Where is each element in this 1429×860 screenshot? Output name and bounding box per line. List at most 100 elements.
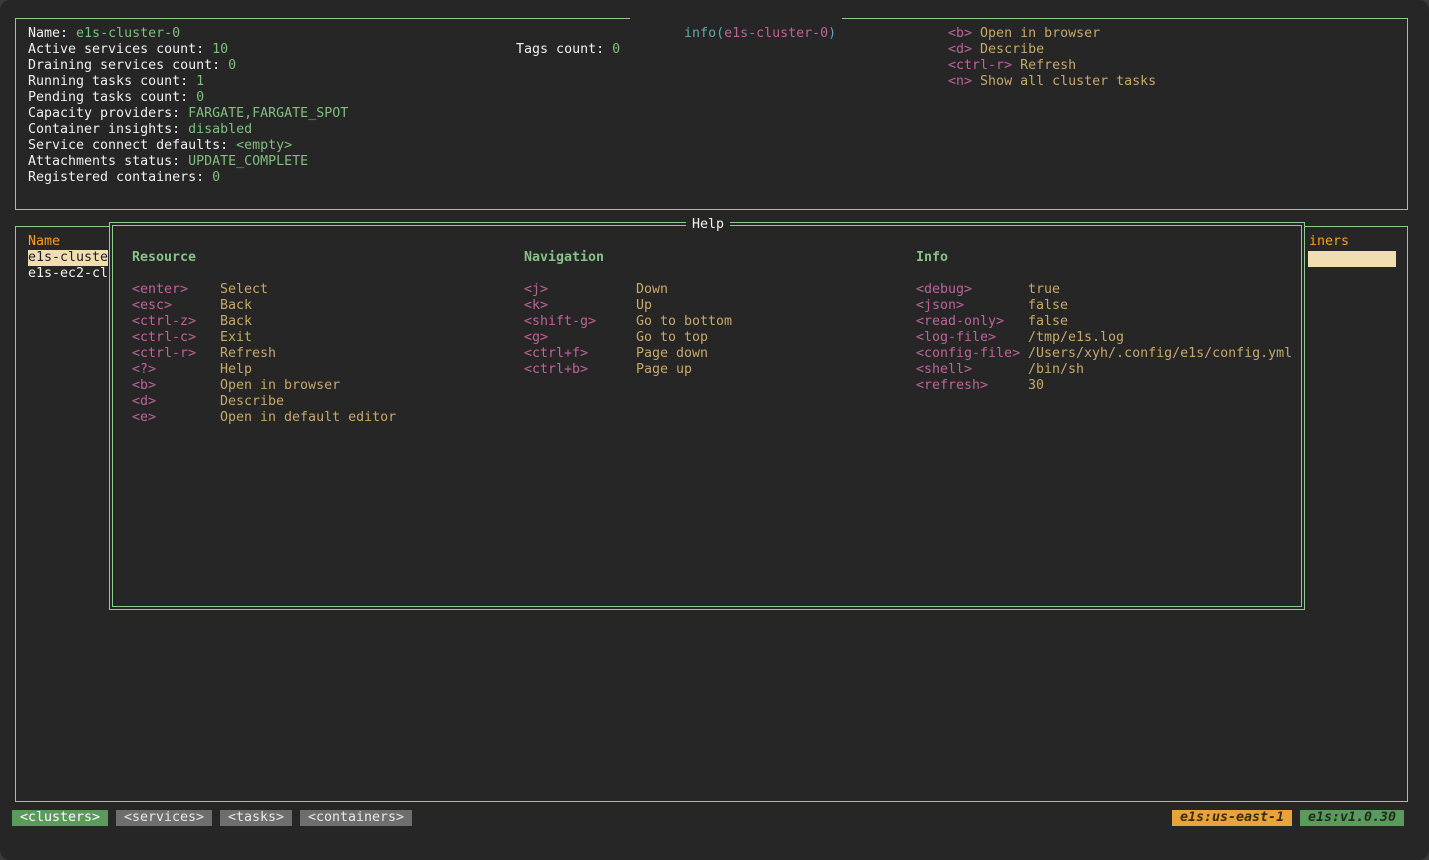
info-field-value: disabled <box>188 122 253 137</box>
help-key: <debug> <box>916 282 973 297</box>
shortcut-desc: Refresh <box>1020 58 1077 73</box>
help-desc: 30 <box>1028 378 1045 393</box>
help-desc: Go to bottom <box>636 314 733 329</box>
shortcut-key: <d> <box>948 42 973 57</box>
help-key: <read-only> <box>916 314 1005 329</box>
help-desc: Help <box>220 362 253 377</box>
cluster-row-selected[interactable]: e1s-cluste <box>28 250 109 266</box>
tags-count: Tags count: 0 <box>516 42 621 57</box>
help-desc: false <box>1028 298 1069 313</box>
info-field: Service connect defaults: <empty> <box>28 138 292 154</box>
shortcut-key: <n> <box>948 74 973 89</box>
help-key: <config-file> <box>916 346 1021 361</box>
shortcut-key: <b> <box>948 26 973 41</box>
help-key: <b> <box>132 378 157 393</box>
terminal-window: info(e1s-cluster-0) Name: e1s-cluster-0 A… <box>0 0 1429 860</box>
help-key: <g> <box>524 330 549 345</box>
cluster-row[interactable]: e1s-ec2-cl <box>28 266 108 282</box>
info-field-label: Container insights: <box>28 122 189 137</box>
info-field-value: 0 <box>196 90 205 105</box>
help-key: <enter> <box>132 282 189 297</box>
help-desc: Open in default editor <box>220 410 397 425</box>
help-key: <json> <box>916 298 965 313</box>
help-key: <k> <box>524 298 549 313</box>
help-key: <ctrl-c> <box>132 330 197 345</box>
info-field-value: 1 <box>196 74 205 89</box>
tab-clusters[interactable]: <clusters> <box>12 810 109 826</box>
info-field-label: Running tasks count: <box>28 74 197 89</box>
help-desc: Page down <box>636 346 709 361</box>
help-key: <shift-g> <box>524 314 597 329</box>
shortcut-hint: <ctrl-r> Refresh <box>948 58 1076 74</box>
info-field: Pending tasks count: 0 <box>28 90 204 106</box>
info-field: Running tasks count: 1 <box>28 74 204 90</box>
help-desc: true <box>1028 282 1061 297</box>
help-desc: Back <box>220 298 253 313</box>
help-desc: Describe <box>220 394 285 409</box>
help-key: <log-file> <box>916 330 997 345</box>
version-badge: e1s:v1.0.30 <box>1300 810 1405 826</box>
help-key: <refresh> <box>916 378 989 393</box>
info-field: Attachments status: UPDATE_COMPLETE <box>28 154 308 170</box>
shortcut-hint: <d> Describe <box>948 42 1044 58</box>
info-field-label: Attachments status: <box>28 154 189 169</box>
help-desc: /Users/xyh/.config/e1s/config.yml <box>1028 346 1293 361</box>
help-key: <shell> <box>916 362 973 377</box>
column-header-containers: iners <box>1309 234 1350 249</box>
shortcut-key: <ctrl-r> <box>948 58 1013 73</box>
info-field-value: FARGATE,FARGATE_SPOT <box>188 106 349 121</box>
help-desc: /tmp/e1s.log <box>1028 330 1125 345</box>
info-field-label: Capacity providers: <box>28 106 189 121</box>
help-key: <d> <box>132 394 157 409</box>
info-field-value: <empty> <box>236 138 293 153</box>
shortcut-desc: Show all cluster tasks <box>980 74 1157 89</box>
info-field-label: Service connect defaults: <box>28 138 237 153</box>
help-section-title: Navigation <box>524 250 605 265</box>
info-field-label: Active services count: <box>28 42 213 57</box>
help-key: <ctrl+b> <box>524 362 589 377</box>
info-field-value: 0 <box>212 170 221 185</box>
help-key: <?> <box>132 362 157 377</box>
help-desc: Page up <box>636 362 693 377</box>
help-key: <e> <box>132 410 157 425</box>
info-panel-title: info(e1s-cluster-0) <box>630 10 843 58</box>
help-key: <esc> <box>132 298 173 313</box>
selected-row-highlight <box>1308 251 1396 267</box>
tab-containers[interactable]: <containers> <box>300 810 413 826</box>
help-desc: Back <box>220 314 253 329</box>
column-header-name: Name <box>28 234 61 249</box>
info-field: Capacity providers: FARGATE,FARGATE_SPOT <box>28 106 348 122</box>
info-field: Active services count: 10 <box>28 42 228 58</box>
info-field: Name: e1s-cluster-0 <box>28 26 180 42</box>
help-modal-title: Help <box>686 217 731 233</box>
info-field-label: Draining services count: <box>28 58 229 73</box>
help-key: <ctrl-z> <box>132 314 197 329</box>
help-desc: Open in browser <box>220 378 341 393</box>
shortcut-desc: Open in browser <box>980 26 1101 41</box>
help-desc: Refresh <box>220 346 277 361</box>
help-desc: Go to top <box>636 330 709 345</box>
region-badge: e1s:us-east-1 <box>1172 810 1293 826</box>
help-key: <ctrl+f> <box>524 346 589 361</box>
shortcut-hint: <n> Show all cluster tasks <box>948 74 1156 90</box>
help-key: <ctrl-r> <box>132 346 197 361</box>
help-desc: false <box>1028 314 1069 329</box>
info-field: Draining services count: 0 <box>28 58 236 74</box>
tab-tasks[interactable]: <tasks> <box>220 810 293 826</box>
info-field-label: Name: <box>28 26 77 41</box>
shortcut-desc: Describe <box>980 42 1045 57</box>
info-field-value: UPDATE_COMPLETE <box>188 154 309 169</box>
help-desc: Select <box>220 282 269 297</box>
help-desc: Down <box>636 282 669 297</box>
info-field-label: Registered containers: <box>28 170 213 185</box>
info-field-value: e1s-cluster-0 <box>76 26 181 41</box>
info-field-label: Pending tasks count: <box>28 90 197 105</box>
help-section-title: Info <box>916 250 949 265</box>
help-section-title: Resource <box>132 250 197 265</box>
info-field: Registered containers: 0 <box>28 170 220 186</box>
help-desc: Up <box>636 298 653 313</box>
shortcut-hint: <b> Open in browser <box>948 26 1100 42</box>
info-field: Container insights: disabled <box>28 122 252 138</box>
info-field-value: 10 <box>212 42 229 57</box>
tab-services[interactable]: <services> <box>116 810 213 826</box>
